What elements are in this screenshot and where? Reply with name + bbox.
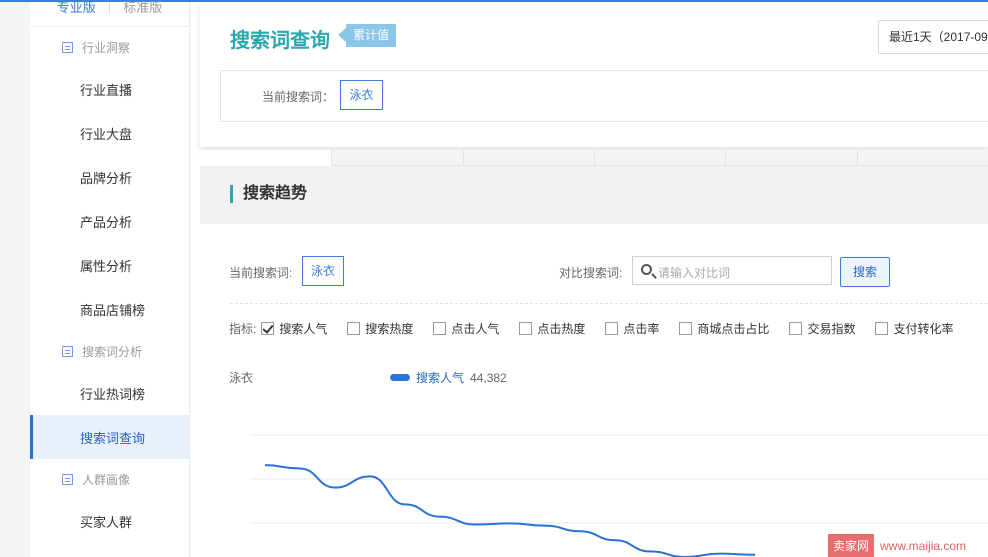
tab-strip-item[interactable]: [593, 150, 726, 166]
checkbox[interactable]: [261, 322, 275, 335]
metric-mall-click-share[interactable]: 商城点击占比: [679, 320, 769, 337]
metric-label: 点击人气: [451, 322, 500, 336]
sidebar-group-crowd: 人群画像: [30, 459, 189, 499]
metric-click-popularity[interactable]: 点击人气: [433, 320, 499, 337]
sidebar-group-search: 搜索词分析: [30, 331, 189, 371]
chart-legend[interactable]: 搜索人气 44,382: [390, 369, 507, 386]
checkbox[interactable]: [433, 322, 447, 335]
current-term-filter-label: 当前搜索词:: [229, 266, 293, 280]
current-term-label: 当前搜索词：: [262, 90, 335, 104]
divider: [230, 303, 988, 304]
sidebar-group-label: 搜索词分析: [82, 344, 143, 359]
legend-series-name: 搜索人气: [416, 371, 465, 385]
section-title: 搜索趋势: [230, 185, 307, 203]
metric-click-heat[interactable]: 点击热度: [519, 320, 585, 337]
compare-term-label: 对比搜索词:: [559, 266, 623, 280]
sidebar: 专业版 | 标准版 行业洞察 行业直播 行业大盘 品牌分析 产品分析 属性分析 …: [30, 0, 190, 557]
checkbox[interactable]: [605, 322, 619, 335]
sidebar-item-brand-analysis[interactable]: 品牌分析: [30, 155, 189, 199]
compare-term-input[interactable]: 请输入对比词: [632, 256, 832, 285]
tab-strip-item[interactable]: [331, 150, 463, 166]
tab-strip-item[interactable]: [200, 150, 332, 166]
search-icon: [641, 264, 652, 275]
chart-icon: [62, 473, 73, 485]
date-range-select[interactable]: 最近1天（2017-09: [878, 20, 988, 54]
sidebar-item-product-analysis[interactable]: 产品分析: [30, 199, 189, 243]
legend-swatch: [390, 374, 410, 381]
sidebar-item-attribute-analysis[interactable]: 属性分析: [30, 243, 189, 287]
watermark-url: www.maijia.com: [880, 538, 967, 553]
current-term-box: [220, 70, 988, 122]
checkbox[interactable]: [875, 322, 889, 335]
metric-label: 交易指数: [807, 322, 856, 336]
sidebar-item-industry-market[interactable]: 行业大盘: [30, 111, 189, 155]
sidebar-item-buyer-crowd[interactable]: 买家人群: [30, 499, 189, 543]
compare-term-placeholder: 请输入对比词: [658, 266, 731, 280]
tab-strip-item[interactable]: [725, 150, 857, 166]
watermark: 卖家网 www.maijia.com: [828, 534, 966, 557]
metric-search-popularity[interactable]: 搜索人气: [261, 320, 327, 337]
metric-click-rate[interactable]: 点击率: [605, 320, 659, 337]
metrics-label: 指标:: [229, 322, 257, 336]
sidebar-group-industry: 行业洞察: [30, 27, 189, 67]
metric-trade-index[interactable]: 交易指数: [789, 320, 855, 337]
metric-search-heat[interactable]: 搜索热度: [347, 320, 413, 337]
checkbox[interactable]: [519, 322, 533, 335]
sidebar-group-label: 人群画像: [82, 472, 131, 487]
metric-label: 支付转化率: [893, 322, 954, 336]
tab-strip-item[interactable]: [462, 150, 594, 166]
metric-label: 商城点击占比: [697, 322, 770, 336]
checkbox[interactable]: [789, 322, 803, 335]
metric-label: 搜索热度: [365, 322, 414, 336]
tab-pro[interactable]: 专业版: [57, 1, 96, 14]
metric-label: 搜索人气: [279, 322, 328, 336]
sidebar-item-search-query[interactable]: 搜索词查询: [30, 415, 189, 459]
chart-icon: [62, 345, 73, 357]
section-header-bar: [200, 166, 988, 224]
sidebar-item-industry-live[interactable]: 行业直播: [30, 67, 189, 111]
tab-standard[interactable]: 标准版: [123, 1, 162, 14]
sidebar-group-label: 行业洞察: [82, 40, 131, 55]
cumulative-badge: 累计值: [337, 24, 397, 47]
watermark-logo: 卖家网: [828, 534, 875, 557]
sidebar-item-goods-shop-rank[interactable]: 商品店铺榜: [30, 287, 189, 331]
current-term-chip[interactable]: 泳衣: [340, 80, 383, 110]
tab-strip: [200, 150, 988, 166]
metric-pay-conversion[interactable]: 支付转化率: [875, 320, 953, 337]
chart-icon: [62, 41, 73, 53]
sidebar-item-hot-words[interactable]: 行业热词榜: [30, 371, 189, 415]
metric-label: 点击热度: [537, 322, 586, 336]
page-title: 搜索词查询: [230, 30, 330, 52]
search-button[interactable]: 搜索: [840, 257, 890, 287]
version-tabs: 专业版 | 标准版: [30, 0, 189, 27]
current-term-filter-chip[interactable]: 泳衣: [302, 256, 344, 286]
left-gutter: [0, 2, 30, 557]
checkbox[interactable]: [679, 322, 693, 335]
metrics-row: 指标: 搜索人气 搜索热度 点击人气 点击热度 点击率 商城点击占比 交易指数 …: [229, 320, 973, 337]
legend-series-value: 44,382: [470, 370, 507, 385]
tab-strip-item[interactable]: [856, 150, 988, 166]
metric-label: 点击率: [623, 322, 660, 336]
chart-series-term: 泳衣: [229, 371, 254, 385]
checkbox[interactable]: [347, 322, 361, 335]
tab-separator: |: [107, 0, 112, 15]
